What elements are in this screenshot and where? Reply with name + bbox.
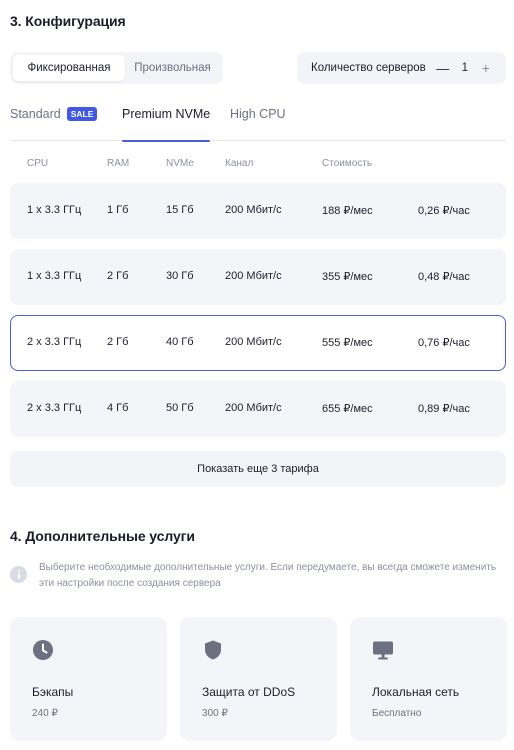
service-price: 240 ₽ — [32, 708, 58, 719]
info-icon — [10, 566, 27, 583]
tab-high-cpu[interactable]: High CPU — [230, 107, 286, 141]
service-name: Защита от DDoS — [202, 685, 296, 699]
cell-channel: 200 Мбит/с — [225, 336, 282, 348]
cell-cpu: 1 x 3.3 ГГц — [27, 204, 82, 216]
cell-monthly: 655 ₽/мес — [322, 403, 373, 415]
server-count-stepper: Количество серверов — 1 + — [297, 52, 506, 84]
tab-standard[interactable]: Standard SALE — [10, 107, 98, 141]
cell-nvme: 15 Гб — [166, 204, 194, 216]
cell-ram: 1 Гб — [107, 204, 129, 216]
cell-hourly: 0,89 ₽/час — [418, 403, 470, 415]
cell-channel: 200 Мбит/с — [225, 270, 282, 282]
mode-custom-button[interactable]: Произвольная — [125, 55, 220, 81]
table-row[interactable]: 1 x 3.3 ГГц 2 Гб 30 Гб 200 Мбит/с 355 ₽/… — [10, 249, 506, 305]
service-card-backups[interactable]: Бэкапы 240 ₽ — [10, 617, 167, 741]
header-cost: Стоимость — [322, 158, 373, 169]
plan-mode-switch: Фиксированная Произвольная — [10, 52, 223, 84]
cell-monthly: 188 ₽/мес — [322, 205, 373, 217]
service-card-local-network[interactable]: Локальная сеть Бесплатно — [350, 617, 507, 741]
tab-premium-nvme[interactable]: Premium NVMe — [122, 107, 211, 142]
cell-ram: 2 Гб — [107, 270, 129, 282]
service-card-ddos[interactable]: Защита от DDoS 300 ₽ — [180, 617, 337, 741]
cell-monthly: 555 ₽/мес — [322, 337, 373, 349]
cell-channel: 200 Мбит/с — [225, 204, 282, 216]
cell-nvme: 30 Гб — [166, 270, 194, 282]
cell-cpu: 2 x 3.3 ГГц — [27, 336, 82, 348]
cell-hourly: 0,26 ₽/час — [418, 205, 470, 217]
tab-standard-label: Standard — [10, 107, 61, 121]
service-name: Локальная сеть — [372, 685, 460, 699]
clock-icon — [33, 640, 53, 660]
cell-ram: 2 Гб — [107, 336, 129, 348]
server-count-value: 1 — [461, 62, 468, 74]
cell-nvme: 40 Гб — [166, 336, 194, 348]
service-price: 300 ₽ — [202, 708, 228, 719]
cell-hourly: 0,48 ₽/час — [418, 271, 470, 283]
plan-tabs: Standard SALE Premium NVMe High CPU — [10, 103, 506, 142]
table-header: CPU RAM NVMe Канал Стоимость — [10, 158, 506, 172]
info-text: Выберите необходимые дополнительные услу… — [39, 562, 497, 589]
header-nvme: NVMe — [166, 158, 194, 169]
mode-fixed-button[interactable]: Фиксированная — [13, 55, 125, 81]
table-row-selected[interactable]: 2 x 3.3 ГГц 2 Гб 40 Гб 200 Мбит/с 555 ₽/… — [10, 315, 506, 371]
cell-monthly: 355 ₽/мес — [322, 271, 373, 283]
header-ram: RAM — [107, 158, 130, 169]
header-channel: Канал — [225, 158, 254, 169]
show-more-plans-button[interactable]: Показать еще 3 тарифа — [10, 451, 506, 487]
cell-cpu: 1 x 3.3 ГГц — [27, 270, 82, 282]
table-row[interactable]: 1 x 3.3 ГГц 1 Гб 15 Гб 200 Мбит/с 188 ₽/… — [10, 183, 506, 239]
table-row[interactable]: 2 x 3.3 ГГц 4 Гб 50 Гб 200 Мбит/с 655 ₽/… — [10, 381, 506, 437]
monitor-icon — [373, 641, 393, 660]
cell-cpu: 2 x 3.3 ГГц — [27, 402, 82, 414]
header-cpu: CPU — [27, 158, 49, 169]
shield-icon — [205, 640, 221, 660]
section-title-additional-services: 4. Дополнительные услуги — [10, 528, 195, 544]
cell-channel: 200 Мбит/с — [225, 402, 282, 414]
service-price: Бесплатно — [372, 708, 422, 719]
cell-hourly: 0,76 ₽/час — [418, 337, 470, 349]
tab-high-cpu-label: High CPU — [230, 107, 286, 121]
sale-badge: SALE — [66, 107, 98, 121]
cell-nvme: 50 Гб — [166, 402, 194, 414]
tab-premium-nvme-label: Premium NVMe — [122, 107, 211, 121]
section-title-configuration: 3. Конфигурация — [10, 13, 126, 29]
server-count-label: Количество серверов — [311, 62, 426, 74]
active-tab-indicator — [122, 140, 211, 142]
cell-ram: 4 Гб — [107, 402, 129, 414]
service-name: Бэкапы — [32, 685, 74, 699]
decrement-button[interactable]: — — [436, 61, 450, 76]
increment-button[interactable]: + — [479, 60, 493, 76]
